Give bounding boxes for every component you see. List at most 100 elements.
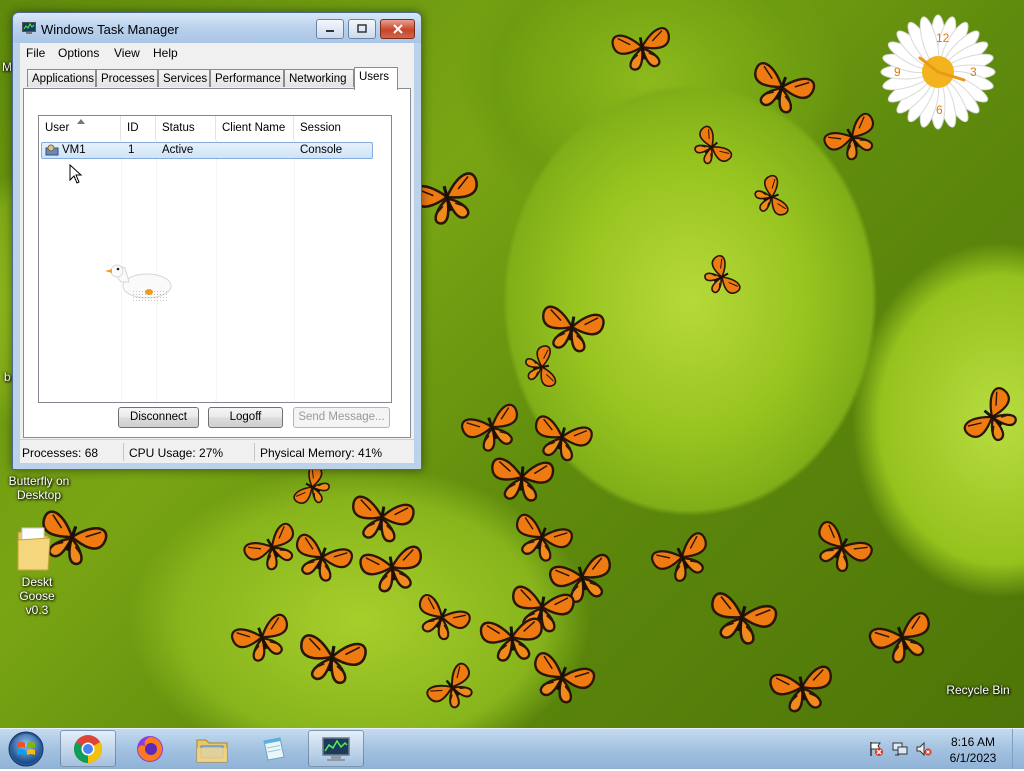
tab-users[interactable]: Users [354,67,398,90]
butterfly-icon [749,171,796,224]
butterfly-icon [696,249,747,304]
users-list[interactable]: User ID Status Client Name Session VM1 1… [38,115,392,403]
chrome-icon [74,734,102,763]
status-processes: Processes: 68 [22,446,99,460]
taskbar-task-manager-button[interactable] [308,730,364,767]
taskbar-clock-time[interactable]: 8:16 AM [944,735,1002,749]
svg-text:12: 12 [936,31,950,45]
cell-id: 1 [128,144,135,156]
menu-view[interactable]: View [114,46,140,60]
menu-options[interactable]: Options [58,46,99,60]
window-title: Windows Task Manager [41,22,179,37]
svg-text:6: 6 [936,103,943,117]
close-button[interactable] [380,19,415,39]
volume-muted-icon[interactable] [916,741,932,757]
action-center-flag-icon[interactable] [868,741,884,757]
disconnect-button[interactable]: Disconnect [118,407,199,428]
column-header-id[interactable]: ID [121,116,156,140]
minimize-icon [326,30,334,32]
column-header-session[interactable]: Session [294,116,391,140]
show-desktop-button[interactable] [1012,729,1024,769]
hidden-icon-label-m: M [2,60,12,74]
butterfly-icon [521,342,562,391]
hidden-icon-label-b: b [4,370,11,384]
minimize-button[interactable] [316,19,344,39]
send-message-button[interactable]: Send Message... [293,407,390,428]
tab-networking[interactable]: Networking [284,69,354,87]
clock-gadget[interactable]: 12 3 6 9 [878,12,998,132]
task-manager-icon [22,22,36,34]
svg-text:3: 3 [970,65,977,79]
start-button[interactable] [6,730,46,768]
desktop: 12 3 6 9 M b Butterfly on Desktop Deskt … [0,0,1024,728]
butterfly-icon [803,511,880,583]
desktop-icon-label: Deskt [21,575,53,589]
cell-user: VM1 [62,144,86,156]
butterfly-icon [954,378,1024,456]
list-header: User ID Status Client Name Session [39,116,391,140]
column-header-user[interactable]: User [39,116,121,140]
mouse-cursor-icon [69,164,83,184]
taskbar-firefox-button[interactable] [122,730,178,767]
butterfly-icon [765,656,839,718]
butterfly-icon [355,536,429,598]
desktop-icon-butterfly[interactable]: Butterfly on Desktop [2,474,76,502]
butterfly-icon [487,449,557,506]
desktop-icon-label: Desktop [16,488,62,502]
title-bar[interactable]: Windows Task Manager [13,13,421,43]
network-icon[interactable] [892,741,908,757]
goose-icon [105,264,172,302]
column-header-status[interactable]: Status [156,116,216,140]
taskbar-clock-date[interactable]: 6/1/2023 [944,751,1002,765]
folder-icon [17,527,51,571]
menu-bar: File Options View Help [20,43,414,63]
desktop-icon-label: Butterfly on [8,474,70,488]
taskbar-chrome-button[interactable] [60,730,116,767]
butterfly-icon [644,522,720,591]
cell-session: Console [300,144,343,156]
menu-help[interactable]: Help [153,46,178,60]
tab-services[interactable]: Services [158,69,210,87]
butterfly-icon [742,52,821,122]
users-tab-panel: User ID Status Client Name Session VM1 1… [23,88,411,438]
taskbar-notepad-button[interactable] [246,730,302,767]
sort-ascending-icon [77,119,85,124]
status-cpu-usage: CPU Usage: 27% [129,446,224,460]
task-manager-icon [322,736,350,761]
butterfly-icon [407,585,478,649]
firefox-icon [137,735,163,762]
butterfly-icon [862,602,941,672]
taskbar-explorer-button[interactable] [184,730,240,767]
butterfly-icon [293,624,372,690]
tab-applications[interactable]: Applications [27,69,96,87]
butterfly-icon [225,604,299,670]
menu-file[interactable]: File [26,46,45,60]
maximize-button[interactable] [348,19,376,39]
windows-start-icon [8,731,44,767]
status-bar: Processes: 68 CPU Usage: 27% Physical Me… [20,439,414,464]
butterfly-icon [701,582,783,653]
cell-status: Active [162,144,194,156]
window-client: File Options View Help Applications Proc… [20,43,414,463]
folder-explorer-icon [196,739,228,762]
tab-processes[interactable]: Processes [96,69,158,87]
table-row[interactable]: VM1 1 Active Console [41,142,373,159]
butterfly-icon [685,119,739,175]
column-header-client-name[interactable]: Client Name [216,116,294,140]
logoff-button[interactable]: Logoff [208,407,283,428]
svg-text:9: 9 [894,65,901,79]
butterfly-icon [419,654,486,719]
status-physical-memory: Physical Memory: 41% [260,446,383,460]
notepad-icon [263,736,285,761]
close-icon [392,24,403,34]
maximize-icon [357,24,367,33]
desktop-icon-label: Goose v0.3 [19,589,55,617]
daisy-clock-icon: 12 3 6 9 [880,14,996,130]
tab-performance[interactable]: Performance [210,69,284,87]
desktop-icon-goose[interactable]: Deskt Goose v0.3 [10,524,64,617]
desktop-icon-recycle-bin[interactable]: Recycle Bin [938,683,1018,697]
taskbar: 8:16 AM 6/1/2023 [0,728,1024,769]
task-manager-window: Windows Task Manager File Options View H… [12,12,422,470]
user-icon [45,144,59,156]
butterfly-icon [608,18,677,76]
